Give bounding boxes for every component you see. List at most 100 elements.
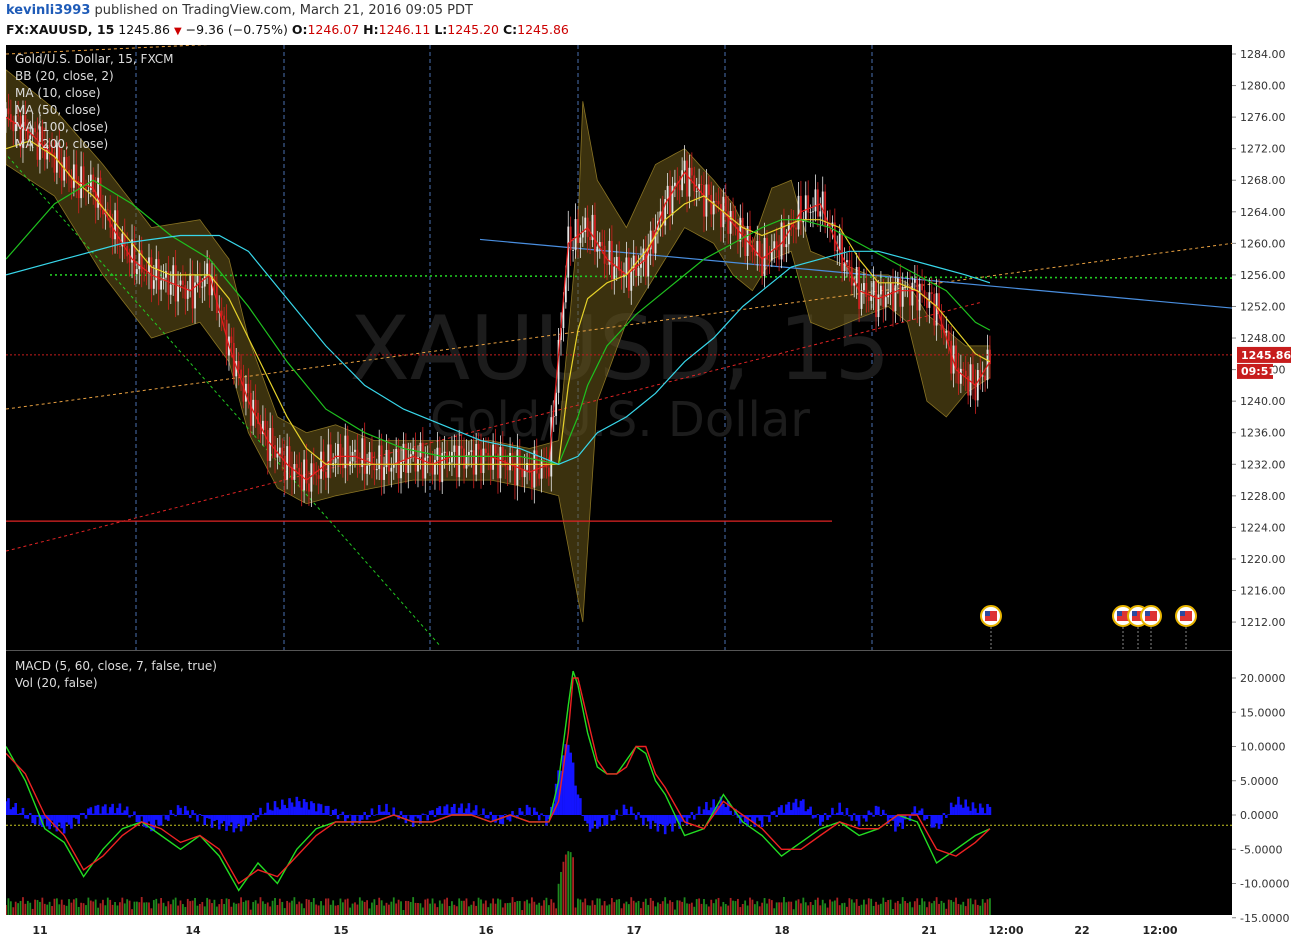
macd-histogram-bar [191,810,194,815]
macd-histogram-bar [610,815,614,821]
volume-bar [133,901,136,915]
macd-tick-label: 15.0000 [1240,706,1286,719]
legend-ma100[interactable]: MA (100, close) [15,120,108,134]
macd-histogram-bar [896,815,900,827]
candle [119,245,121,247]
candle [465,455,468,469]
y-tick-label: 1220.00 [1240,553,1286,566]
macd-histogram-bar [654,815,657,824]
candle [443,451,446,453]
volume-bar [99,903,102,915]
candle [896,278,899,286]
y-tick-label: 1212.00 [1240,616,1286,629]
volume-bar [383,905,385,915]
candle [436,447,439,460]
macd-histogram-bar [838,802,841,815]
price-change: −9.36 (−0.75%) [185,22,288,37]
volume-bar [431,898,434,915]
macd-histogram-bar [804,811,808,815]
candle [761,257,764,276]
volume-bar [610,898,613,915]
volume-bar [247,900,250,915]
volume-bar [557,883,560,915]
legend-ma200[interactable]: MA (200, close) [15,137,108,151]
macd-histogram-bar [232,815,236,833]
volume-bar [647,904,650,915]
volume-bar [778,902,780,915]
macd-histogram-bar [787,801,791,815]
macd-histogram-bar [843,815,846,816]
volume-bar [821,899,824,915]
volume-bar [552,902,555,915]
author-link[interactable]: kevinli3993 [6,3,90,18]
candle [315,474,318,476]
macd-histogram-bar [84,815,88,819]
candle [87,189,90,191]
candle [795,227,797,230]
macd-histogram-bar [431,810,434,815]
volume-bar [51,906,53,915]
macd-histogram-bar [959,804,963,815]
candle [824,191,827,226]
volume-bar [860,904,863,915]
candle [947,330,950,341]
macd-histogram-bar [334,808,337,815]
macd-histogram-bar [106,813,110,815]
volume-bar [419,903,422,915]
candle [816,189,819,217]
macd-histogram-bar [835,812,839,815]
macd-histogram-bar [772,810,776,815]
volume-bar [751,899,754,915]
volume-bar [916,898,919,915]
volume-bar [106,897,109,915]
macd-tick-label: 20.0000 [1240,672,1286,685]
candle [637,267,640,276]
macd-histogram-bar [193,813,197,815]
volume-bar [700,903,703,915]
candle [506,466,509,471]
volume-bar [892,909,894,915]
legend-ma50[interactable]: MA (50, close) [15,103,101,117]
macd-histogram-bar [159,815,163,826]
candle [501,446,504,460]
volume-bar [467,906,470,915]
volume-bar [179,900,182,915]
macd-histogram-bar [278,809,282,815]
macd-histogram-bar [137,815,141,823]
volume-bar [947,899,950,915]
volume-bar [974,899,977,915]
volume-bar [698,898,701,915]
volume-bar [325,898,327,915]
volume-bar [31,908,34,915]
price-chart[interactable]: 1284.00 1280.00 1276.00 1272.00 1268.00 1264.… [0,44,1296,945]
volume-bar [654,906,657,915]
candle [438,447,441,483]
macd-histogram-bar [285,808,289,815]
legend-macd[interactable]: MACD (5, 60, close, 7, false, true) [15,659,217,673]
volume-bar [877,904,880,915]
volume-bar [657,902,659,915]
candle [407,458,410,473]
volume-bar [972,904,974,915]
legend-bb[interactable]: BB (20, close, 2) [15,69,114,83]
legend-vol[interactable]: Vol (20, false) [15,676,98,690]
candle [237,360,240,370]
macd-tick-label: 10.0000 [1240,741,1286,754]
volume-bar [800,903,802,915]
volume-bar [70,902,73,915]
macd-histogram-bar [36,815,39,817]
candle [889,283,892,293]
candle [540,459,543,479]
candle [606,263,608,265]
volume-bar [276,905,279,915]
macd-histogram-bar [247,815,250,826]
candle [812,211,814,213]
legend-ma10[interactable]: MA (10, close) [15,86,101,100]
volume-bar [710,899,713,915]
candle [274,445,276,458]
candle [785,244,788,248]
macd-histogram-bar [952,807,955,815]
volume-bar [676,900,679,915]
volume-bar [608,904,611,915]
macd-histogram-bar [443,806,446,815]
